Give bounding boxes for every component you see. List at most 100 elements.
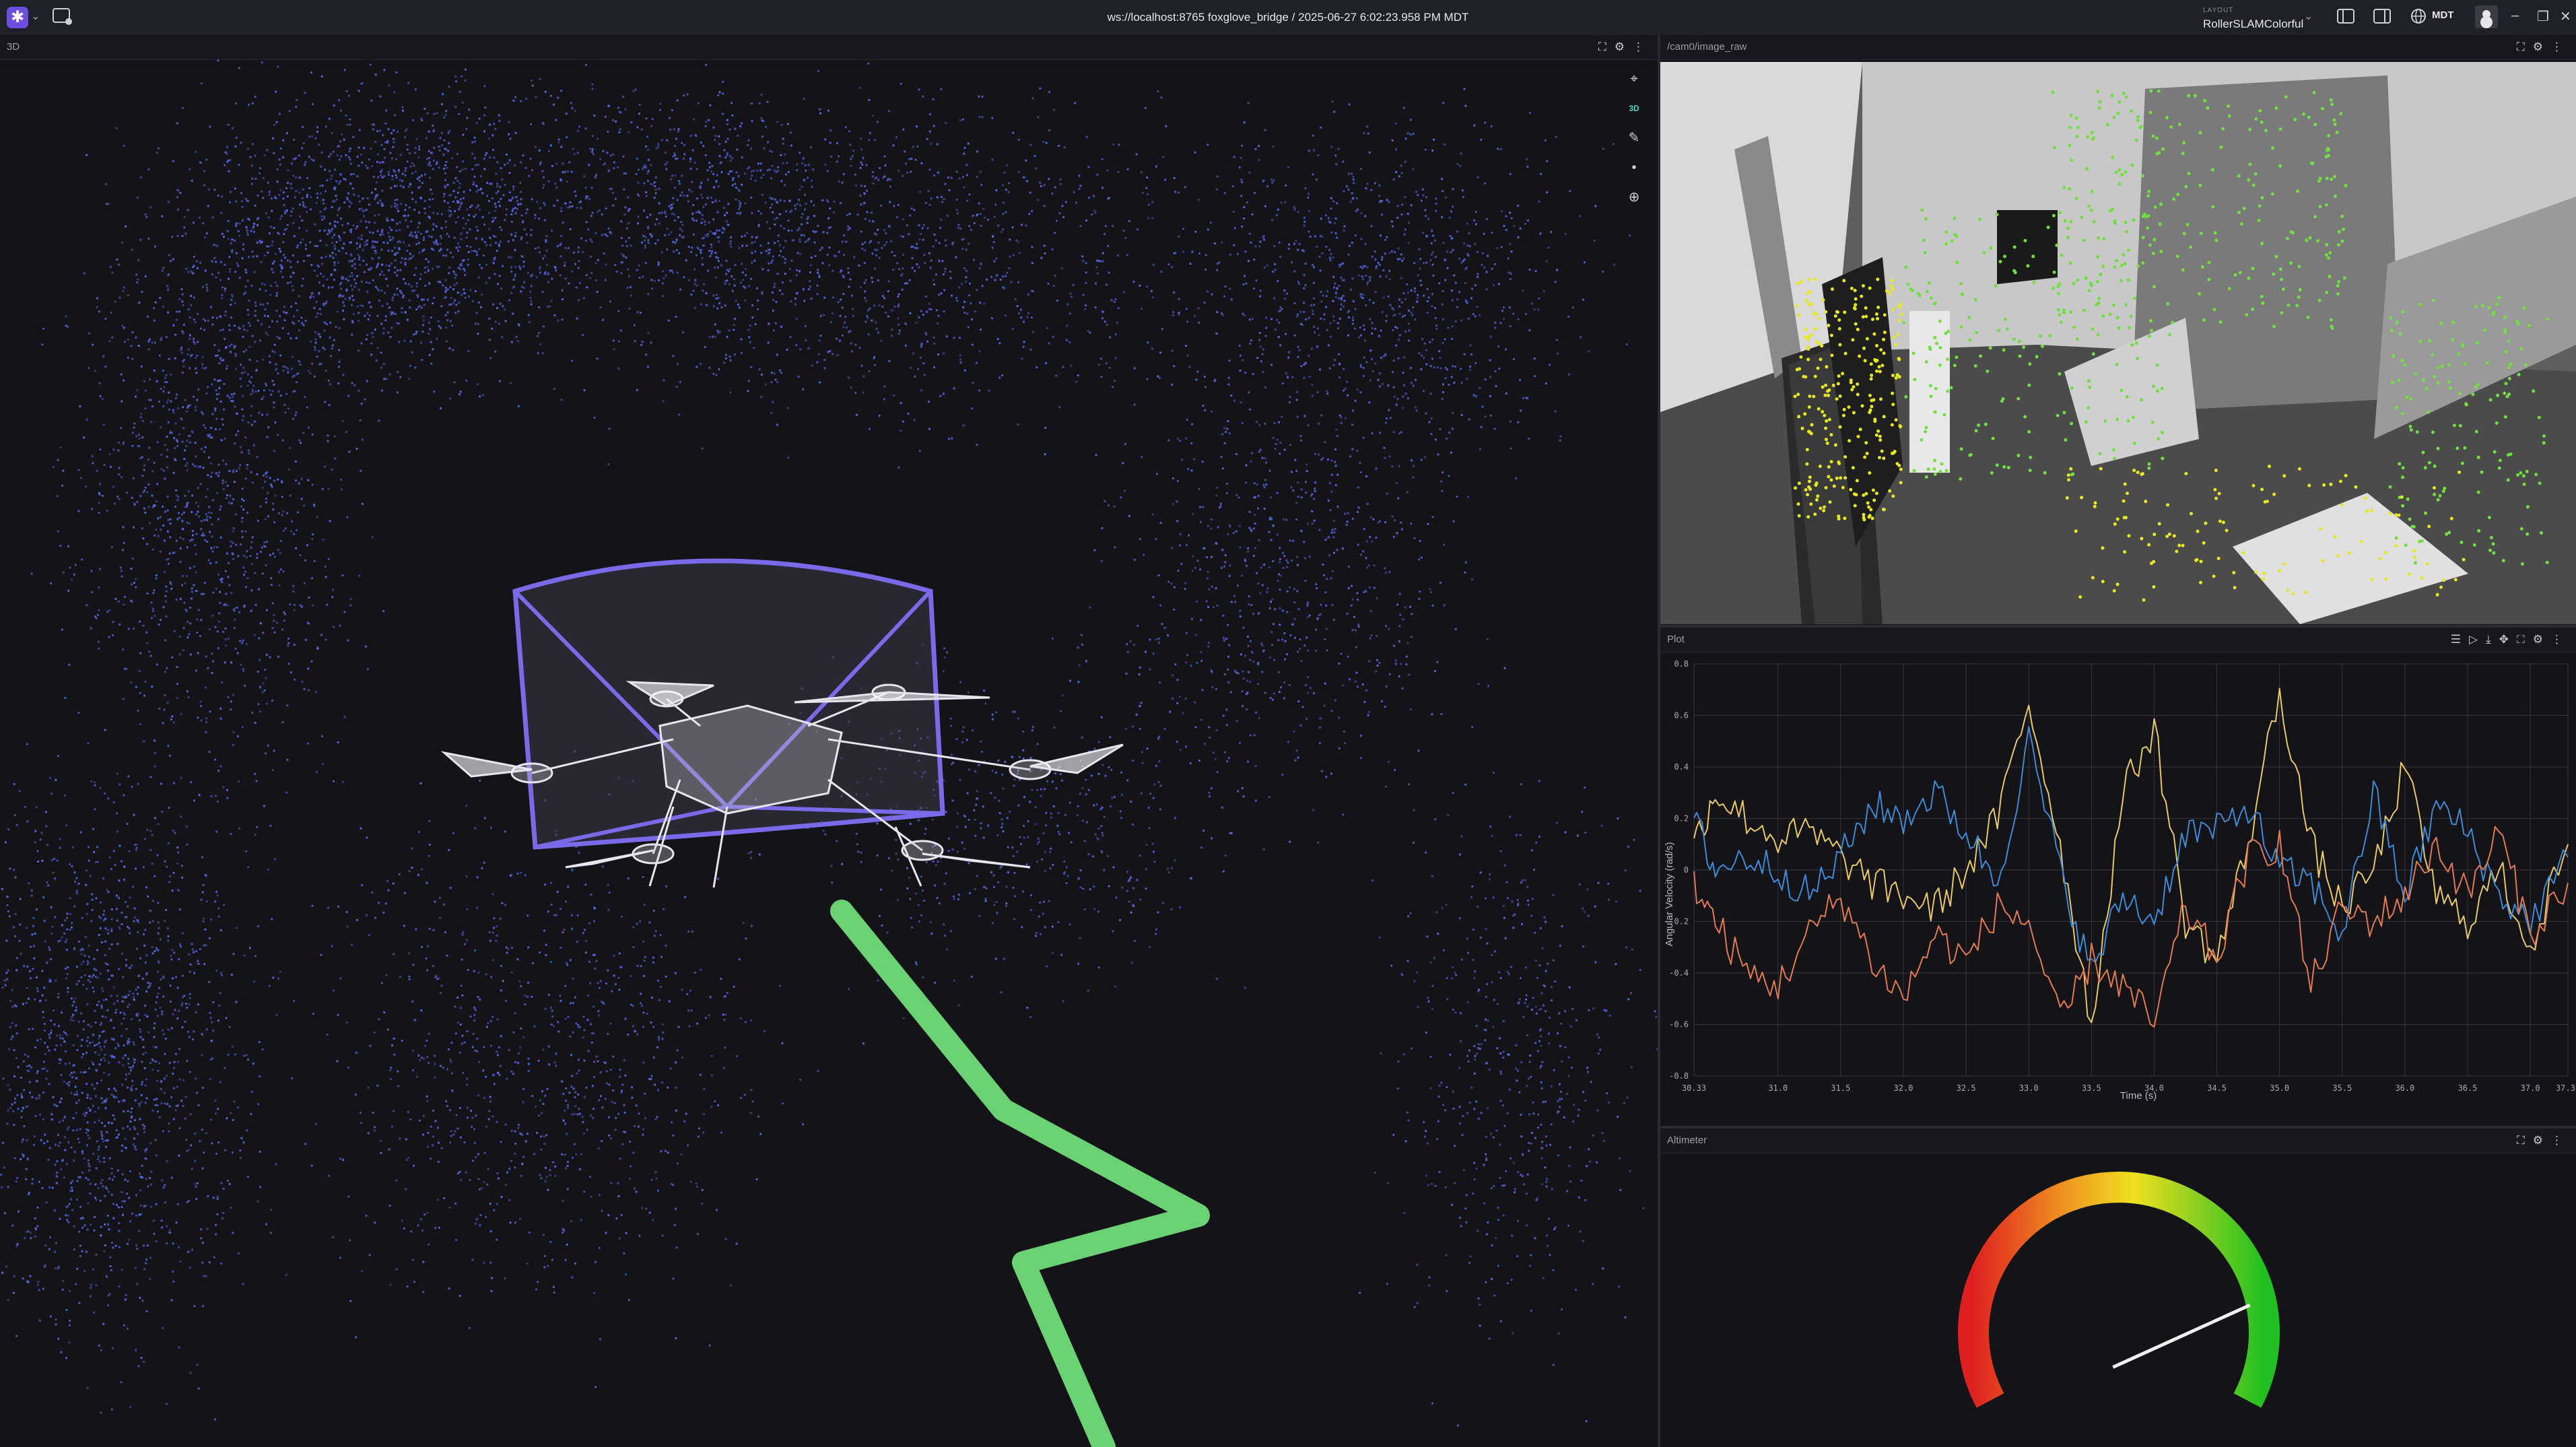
cloud-point — [254, 314, 257, 317]
fullscreen-icon[interactable]: ⛶ — [1598, 40, 1615, 53]
cloud-point — [92, 974, 95, 976]
cloud-point — [316, 244, 318, 247]
cloud-point — [475, 312, 478, 314]
timezone-label[interactable]: MDT — [2432, 9, 2454, 21]
cloud-point — [266, 245, 269, 248]
cloud-point — [244, 570, 246, 573]
cloud-point — [402, 294, 405, 297]
cloud-point — [134, 1145, 137, 1148]
cloud-point — [343, 304, 345, 307]
cloud-point — [863, 192, 866, 195]
cloud-point — [232, 1232, 234, 1234]
cloud-point — [714, 323, 716, 326]
three-d-viewport[interactable] — [0, 59, 1658, 1447]
cloud-point — [394, 199, 397, 201]
left-sidebar-icon[interactable] — [2336, 8, 2355, 27]
cloud-point — [294, 603, 296, 606]
cloud-point — [549, 305, 551, 308]
cloud-point — [141, 978, 144, 980]
cloud-point — [195, 590, 197, 593]
cloud-point — [116, 1204, 118, 1206]
cloud-point — [1171, 266, 1174, 269]
cloud-point — [382, 274, 385, 276]
gear-icon[interactable]: ⚙ — [1615, 40, 1633, 53]
cloud-point — [353, 384, 356, 386]
cloud-point — [537, 335, 539, 337]
cloud-point — [157, 949, 160, 951]
cloud-point — [212, 591, 215, 594]
cloud-point — [1147, 203, 1150, 206]
cloud-point — [453, 236, 456, 239]
cloud-point — [521, 256, 524, 258]
cloud-point — [94, 1197, 97, 1199]
cloud-point — [423, 267, 426, 269]
cloud-point — [189, 606, 192, 609]
cloud-point — [530, 229, 533, 231]
cloud-point — [165, 615, 168, 617]
cloud-point — [195, 1198, 198, 1201]
user-icon[interactable] — [2475, 5, 2498, 28]
cloud-point — [672, 355, 675, 358]
cloud-point — [153, 369, 156, 372]
cloud-point — [145, 631, 148, 634]
cloud-point — [339, 109, 342, 112]
cloud-point — [217, 463, 220, 466]
cloud-point — [143, 1268, 146, 1271]
cloud-point — [556, 199, 559, 202]
cloud-point — [547, 180, 550, 182]
more-vertical-icon[interactable]: ⋮ — [1633, 40, 1652, 53]
cloud-point — [71, 997, 73, 1000]
cloud-point — [245, 643, 248, 646]
cloud-point — [124, 1054, 127, 1056]
cloud-point — [194, 1182, 197, 1185]
restore-icon[interactable]: ❐ — [2537, 8, 2549, 25]
cloud-point — [188, 1003, 191, 1006]
cloud-point — [388, 84, 391, 87]
cloud-point — [221, 297, 224, 300]
cloud-point — [340, 479, 342, 481]
cloud-point — [505, 213, 508, 216]
cloud-point — [440, 235, 442, 238]
cloud-point — [302, 204, 304, 207]
cloud-point — [262, 632, 265, 634]
cloud-point — [708, 162, 710, 164]
cloud-point — [500, 228, 503, 231]
minimize-icon[interactable]: – — [2511, 8, 2519, 24]
cloud-point — [168, 1105, 171, 1108]
cloud-point — [371, 257, 374, 260]
layout-selector[interactable]: LAYOUT RollerSLAMColorful — [2203, 5, 2311, 32]
chevron-down-icon[interactable]: ⌄ — [2304, 9, 2313, 23]
cloud-point — [373, 246, 376, 248]
cloud-point — [153, 307, 155, 310]
cloud-point — [411, 172, 414, 175]
cloud-point — [286, 759, 289, 762]
cloud-point — [155, 529, 158, 531]
cloud-point — [52, 466, 55, 468]
cloud-point — [163, 1077, 166, 1080]
cloud-point — [272, 502, 275, 505]
cloud-point — [189, 316, 191, 318]
cloud-point — [197, 388, 200, 391]
cloud-point — [349, 147, 351, 150]
cloud-point — [598, 209, 601, 211]
right-sidebar-icon[interactable] — [2373, 8, 2392, 27]
cloud-point — [166, 1075, 168, 1077]
globe-icon[interactable] — [2409, 8, 2428, 27]
cloud-point — [475, 213, 477, 216]
cloud-point — [898, 329, 901, 332]
cloud-point — [510, 199, 512, 202]
cloud-point — [272, 552, 275, 555]
cloud-point — [119, 566, 122, 569]
cloud-point — [25, 1106, 28, 1108]
cloud-point — [92, 343, 94, 346]
cloud-point — [440, 407, 442, 409]
cloud-point — [277, 478, 279, 481]
cloud-point — [1044, 453, 1046, 455]
cloud-point — [182, 332, 184, 335]
close-icon[interactable]: ✕ — [2560, 8, 2571, 25]
cloud-point — [189, 970, 191, 973]
cloud-point — [214, 626, 217, 628]
cloud-point — [343, 716, 346, 718]
cloud-point — [368, 158, 370, 161]
three-d-panel[interactable]: 3D ⛶⚙⋮ ⌖ 3D ✎ • ⊕ — [0, 35, 1658, 1447]
